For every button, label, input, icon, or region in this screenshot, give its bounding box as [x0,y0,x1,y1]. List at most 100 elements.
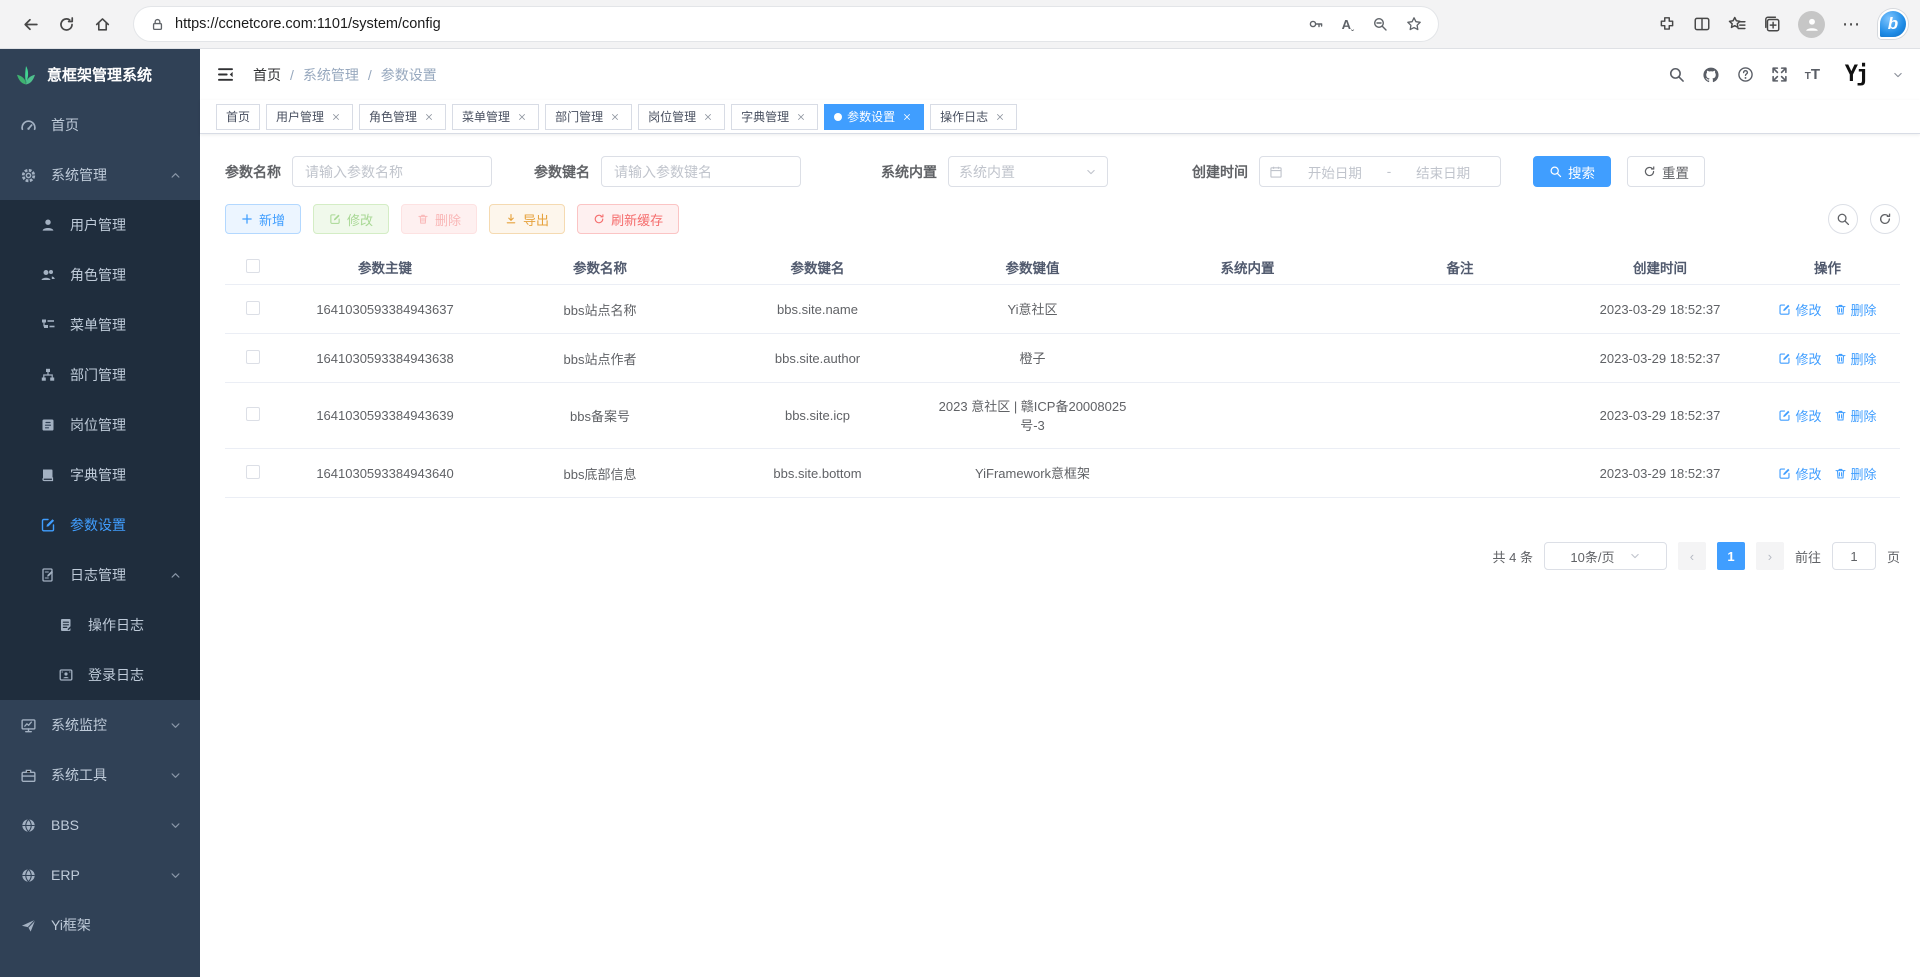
sidebar-item-login-log[interactable]: 登录日志 [0,650,200,700]
row-checkbox[interactable] [246,301,260,315]
row-checkbox[interactable] [246,350,260,364]
browser-menu-icon[interactable]: ⋯ [1842,14,1861,35]
tab-user-management[interactable]: 用户管理 [266,104,353,130]
select-all-checkbox[interactable] [246,259,260,273]
search-icon[interactable] [1668,66,1685,83]
close-icon[interactable] [900,110,914,124]
close-icon[interactable] [422,110,436,124]
sidebar-item-role-management[interactable]: 角色管理 [0,250,200,300]
refresh-table-button[interactable] [1870,204,1900,234]
close-icon[interactable] [794,110,808,124]
reset-button[interactable]: 重置 [1627,156,1705,187]
sidebar-item-system-monitor[interactable]: 系统监控 [0,700,200,750]
browser-home-button[interactable] [84,6,120,42]
tab-menu-management[interactable]: 菜单管理 [452,104,539,130]
page-1-button[interactable]: 1 [1717,542,1745,570]
close-icon[interactable] [993,110,1007,124]
sidebar-item-menu-management[interactable]: 菜单管理 [0,300,200,350]
breadcrumb-home[interactable]: 首页 [253,65,281,85]
close-icon[interactable] [515,110,529,124]
password-key-icon[interactable] [1308,16,1324,32]
sidebar-item-department-management[interactable]: 部门管理 [0,350,200,400]
edit-icon [1778,409,1791,422]
help-question-icon[interactable] [1737,66,1754,83]
sidebar-collapse-icon[interactable] [216,65,235,84]
cell-param-name: bbs底部信息 [490,460,710,487]
browser-profile-avatar[interactable] [1798,11,1825,38]
caret-down-icon[interactable] [1892,69,1904,81]
sidebar-item-system-tools[interactable]: 系统工具 [0,750,200,800]
edit-icon [1778,352,1791,365]
prev-page-button[interactable]: ‹ [1678,542,1706,570]
sidebar-item-operation-log[interactable]: 操作日志 [0,600,200,650]
tab-department-management[interactable]: 部门管理 [545,104,632,130]
split-screen-icon[interactable] [1693,15,1711,33]
row-edit-link[interactable]: 修改 [1778,300,1821,319]
cell-created: 2023-03-29 18:52:37 [1565,298,1755,321]
toggle-search-button[interactable] [1828,204,1858,234]
search-button[interactable]: 搜索 [1533,156,1611,187]
sidebar-item-dict-management[interactable]: 字典管理 [0,450,200,500]
browser-back-button[interactable] [12,6,48,42]
sidebar-item-home[interactable]: 首页 [0,100,200,150]
sidebar-item-erp[interactable]: ERP [0,850,200,900]
param-name-input[interactable] [292,156,492,187]
favorite-star-icon[interactable] [1406,16,1422,32]
tab-home[interactable]: 首页 [216,104,260,130]
row-edit-link[interactable]: 修改 [1778,349,1821,368]
row-delete-link[interactable]: 删除 [1834,464,1877,483]
next-page-button[interactable]: › [1756,542,1784,570]
row-delete-link[interactable]: 删除 [1834,406,1877,425]
browser-refresh-button[interactable] [48,6,84,42]
read-aloud-icon[interactable]: Aˬ [1342,17,1354,32]
add-button[interactable]: 新增 [225,204,301,234]
close-icon[interactable] [608,110,622,124]
row-edit-link[interactable]: 修改 [1778,464,1821,483]
sidebar-item-log-management[interactable]: 日志管理 [0,550,200,600]
tab-parameter-settings[interactable]: 参数设置 [824,104,924,130]
breadcrumb-system[interactable]: 系统管理 [303,65,359,85]
page-size-select[interactable]: 10条/页 [1544,542,1667,570]
close-icon[interactable] [701,110,715,124]
row-delete-link[interactable]: 删除 [1834,349,1877,368]
url-text[interactable]: https://ccnetcore.com:1101/system/config [175,16,441,32]
date-range-picker[interactable]: 开始日期 - 结束日期 [1259,156,1501,187]
user-icon [40,217,56,233]
edit-button[interactable]: 修改 [313,204,389,234]
chevron-down-icon [169,819,182,832]
row-delete-link[interactable]: 删除 [1834,300,1877,319]
zoom-out-icon[interactable] [1372,16,1388,32]
plant-logo-icon [14,63,38,87]
refresh-cache-button[interactable]: 刷新缓存 [577,204,679,234]
builtin-select[interactable]: 系统内置 [948,156,1108,187]
sidebar-item-user-management[interactable]: 用户管理 [0,200,200,250]
goto-page-input[interactable] [1832,542,1876,570]
collections-icon[interactable] [1763,15,1781,33]
github-icon[interactable] [1702,66,1720,84]
user-avatar[interactable]: Yj [1837,58,1875,92]
bing-copilot-icon[interactable]: b [1878,9,1908,39]
fullscreen-icon[interactable] [1771,66,1788,83]
extensions-puzzle-icon[interactable] [1658,15,1676,33]
delete-button[interactable]: 删除 [401,204,477,234]
tab-role-management[interactable]: 角色管理 [359,104,446,130]
row-edit-link[interactable]: 修改 [1778,406,1821,425]
row-checkbox[interactable] [246,407,260,421]
tab-dict-management[interactable]: 字典管理 [731,104,818,130]
sidebar-item-bbs[interactable]: BBS [0,800,200,850]
sidebar-item-label: 菜单管理 [70,315,182,335]
address-bar[interactable]: https://ccnetcore.com:1101/system/config… [134,7,1438,41]
font-size-icon[interactable]: TT [1805,66,1820,83]
row-checkbox[interactable] [246,465,260,479]
sidebar-item-system-management[interactable]: 系统管理 [0,150,200,200]
sidebar-item-yi-framework[interactable]: Yi框架 [0,900,200,950]
tab-operation-log[interactable]: 操作日志 [930,104,1017,130]
param-key-input[interactable] [601,156,801,187]
sidebar-item-parameter-settings[interactable]: 参数设置 [0,500,200,550]
favorites-bar-icon[interactable] [1728,15,1746,33]
tab-post-management[interactable]: 岗位管理 [638,104,725,130]
chevron-down-icon [1085,166,1097,178]
sidebar-item-post-management[interactable]: 岗位管理 [0,400,200,450]
export-button[interactable]: 导出 [489,204,565,234]
close-icon[interactable] [329,110,343,124]
